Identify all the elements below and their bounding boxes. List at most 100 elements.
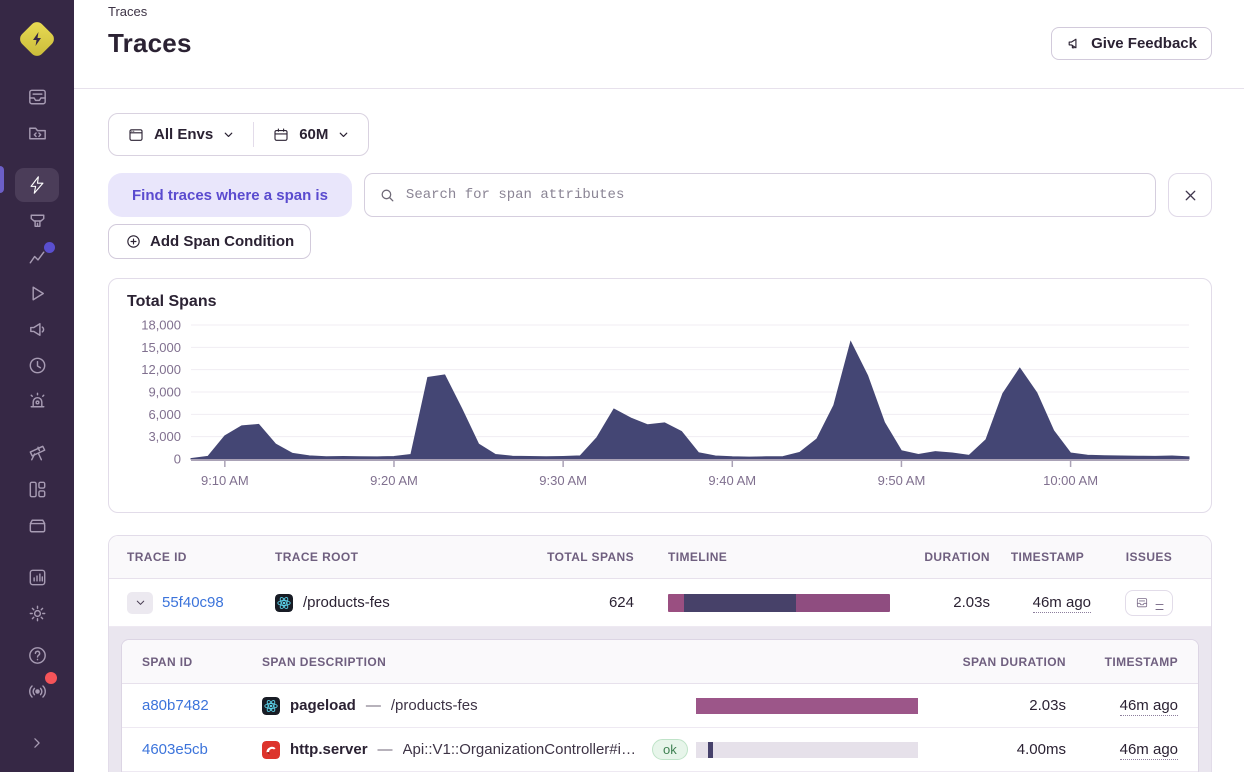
svg-text:12,000: 12,000 — [141, 362, 181, 377]
chart-title: Total Spans — [127, 293, 217, 310]
new-badge-dot — [44, 242, 55, 253]
svg-text:3,000: 3,000 — [148, 429, 181, 444]
breadcrumb[interactable]: Traces — [108, 4, 1212, 19]
sentry-logo[interactable] — [17, 19, 57, 59]
active-nav-indicator — [0, 166, 4, 193]
window-icon — [129, 128, 143, 141]
sidebar-item-dashboards[interactable] — [15, 472, 59, 506]
span-duration: 2.03s — [1029, 697, 1066, 714]
col-duration: Duration — [924, 550, 990, 564]
sidebar-item-settings[interactable] — [15, 596, 59, 630]
svg-text:10:00 AM: 10:00 AM — [1043, 473, 1098, 488]
trace-timeline-bar — [668, 593, 890, 612]
total-spans-area-chart: 0 3,000 6,000 9,000 12,000 15,000 18,000 9:10 A… — [127, 313, 1193, 505]
trace-duration: 2.03s — [953, 594, 990, 611]
span-id-link[interactable]: a80b7482 — [142, 697, 209, 714]
sidebar-item-feedback[interactable] — [15, 312, 59, 346]
environment-filter-button[interactable]: All Envs — [109, 114, 253, 155]
megaphone-icon — [1068, 38, 1077, 49]
span-row: a80b7482 pageload — /products-fes 2.03s … — [122, 684, 1198, 728]
sidebar-item-insights[interactable] — [15, 204, 59, 238]
col-span-timestamp: Timestamp — [1104, 654, 1178, 669]
give-feedback-button[interactable]: Give Feedback — [1051, 27, 1212, 60]
clear-search-button[interactable] — [1168, 173, 1212, 217]
trace-issues-button[interactable]: – — [1124, 589, 1174, 616]
app-window: Traces Traces Give Feedback All Envs 60M… — [0, 0, 1244, 772]
svg-text:9:30 AM: 9:30 AM — [539, 473, 587, 488]
svg-text:9,000: 9,000 — [148, 385, 181, 400]
sidebar-collapse-button[interactable] — [15, 726, 59, 760]
sidebar-item-alerts[interactable] — [15, 384, 59, 418]
close-icon — [1185, 190, 1195, 200]
sidebar-item-performance[interactable] — [15, 240, 59, 274]
filter-group: All Envs 60M — [108, 113, 370, 156]
whats-new-broadcast-icon[interactable] — [15, 672, 59, 708]
col-timeline: Timeline — [668, 550, 728, 564]
add-span-condition-button[interactable]: Add Span Condition — [108, 224, 312, 259]
trace-root-name: /products-fes — [303, 594, 390, 611]
span-timestamp: 46m ago — [1119, 697, 1178, 716]
span-duration: 4.00ms — [1016, 741, 1066, 758]
time-period-filter-button[interactable]: 60M — [254, 114, 368, 155]
span-timestamp: 46m ago — [1119, 741, 1178, 760]
sidebar-item-issues[interactable] — [15, 80, 59, 114]
span-duration-bar — [696, 741, 918, 758]
col-timestamp: Timestamp — [1010, 550, 1085, 564]
traces-table: Trace ID Trace Root Total Spans Timeline… — [108, 535, 1212, 772]
sidebar-item-replays[interactable] — [15, 276, 59, 310]
svg-text:6,000: 6,000 — [148, 407, 181, 422]
svg-text:18,000: 18,000 — [141, 318, 181, 333]
span-status-badge: ok — [651, 739, 688, 760]
col-span-description: Span Description — [262, 654, 387, 669]
total-spans-value: 624 — [608, 594, 634, 611]
trace-timestamp: 46m ago — [1032, 593, 1091, 613]
calendar-icon — [274, 127, 288, 141]
page-header: Traces Traces Give Feedback — [74, 0, 1244, 89]
traces-table-header: Trace ID Trace Root Total Spans Timeline… — [109, 536, 1211, 579]
col-issues: Issues — [1125, 550, 1173, 564]
sidebar-item-explore-traces[interactable] — [15, 168, 59, 202]
svg-text:9:50 AM: 9:50 AM — [878, 473, 926, 488]
span-description: /products-fes — [390, 697, 478, 714]
expand-trace-toggle[interactable] — [127, 591, 153, 614]
query-pill-label: Find traces where a span is — [108, 173, 352, 217]
svg-text:9:10 AM: 9:10 AM — [201, 473, 249, 488]
spans-table: Span ID Span Description Span Duration T… — [121, 639, 1199, 772]
svg-text:15,000: 15,000 — [141, 340, 181, 355]
col-total-spans: Total Spans — [547, 550, 634, 564]
plus-circle-icon — [127, 235, 140, 248]
span-op: http.server — [290, 741, 368, 758]
total-spans-chart-card: Total Spans 0 3,000 6,000 9,000 12,000 15,000… — [108, 278, 1212, 513]
sidebar-item-stats[interactable] — [15, 560, 59, 594]
col-trace-root: Trace Root — [275, 550, 359, 564]
search-icon — [381, 189, 394, 201]
spans-table-header: Span ID Span Description Span Duration T… — [122, 640, 1198, 684]
search-input[interactable] — [405, 187, 1141, 203]
expanded-trace-panel: Span ID Span Description Span Duration T… — [109, 627, 1211, 772]
span-duration-bar — [696, 697, 918, 714]
sidebar-item-projects[interactable] — [15, 116, 59, 150]
issues-icon — [1136, 597, 1147, 607]
col-span-duration: Span Duration — [962, 654, 1066, 669]
span-id-link[interactable]: 4603e5cb — [142, 741, 208, 758]
react-icon — [275, 593, 293, 612]
help-icon[interactable] — [15, 638, 59, 672]
svg-text:9:40 AM: 9:40 AM — [708, 473, 756, 488]
span-attribute-search[interactable] — [363, 173, 1156, 217]
span-op: pageload — [290, 697, 356, 714]
notification-dot — [45, 672, 57, 684]
trace-row: 55f40c98 /products-fes 624 2.03s 46m ago — [109, 579, 1211, 627]
span-row: 4603e5cb http.server — Api::V1::Organiza… — [122, 728, 1198, 772]
sidebar — [0, 0, 74, 772]
sidebar-item-discover[interactable] — [15, 436, 59, 470]
svg-text:9:20 AM: 9:20 AM — [370, 473, 418, 488]
ruby-icon — [262, 740, 280, 759]
trace-id-link[interactable]: 55f40c98 — [162, 594, 224, 611]
col-trace-id: Trace ID — [127, 550, 187, 564]
svg-text:0: 0 — [174, 452, 181, 467]
react-icon — [262, 696, 280, 715]
sidebar-item-crons[interactable] — [15, 348, 59, 382]
chevron-down-icon — [224, 132, 233, 137]
sidebar-item-releases[interactable] — [15, 508, 59, 542]
chevron-down-icon — [340, 132, 348, 137]
